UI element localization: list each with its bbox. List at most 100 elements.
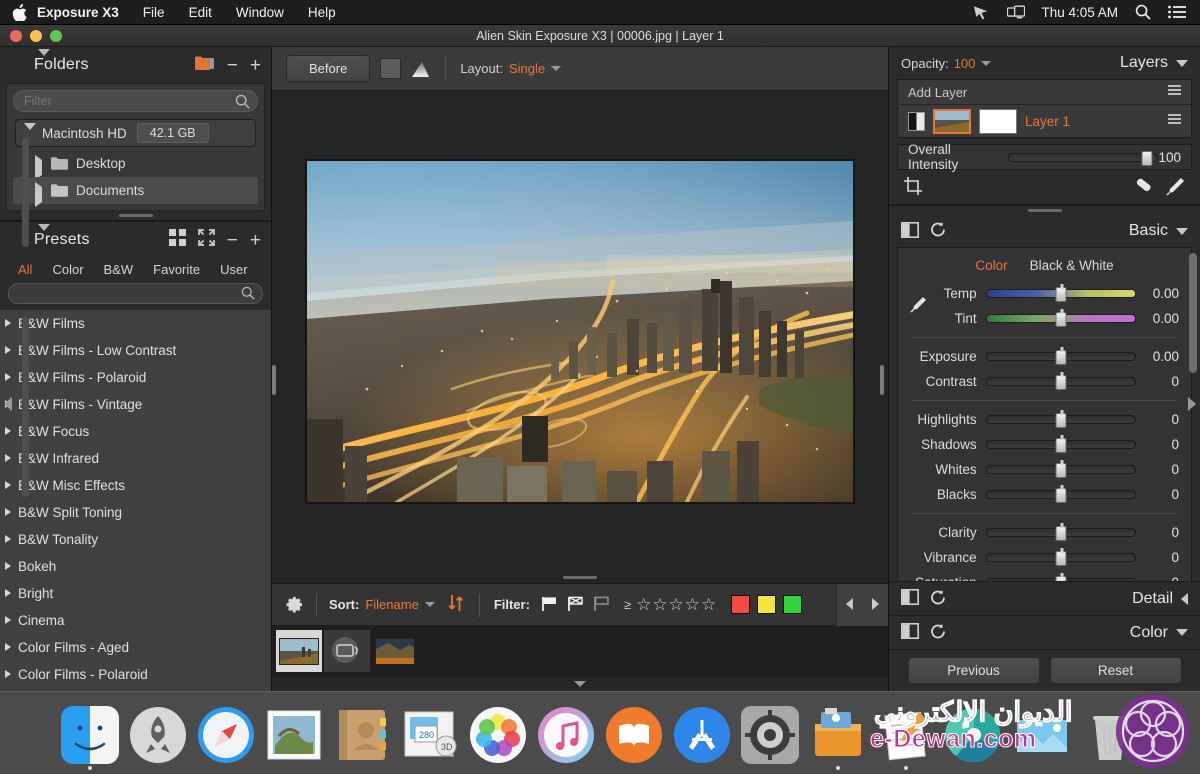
chevron-right-icon[interactable] xyxy=(35,182,42,207)
layer-row[interactable]: Layer 1 xyxy=(898,105,1191,137)
mode-tab-black-and-white[interactable]: Black & White xyxy=(1030,258,1114,273)
apple-logo-icon[interactable] xyxy=(12,3,27,22)
dock-item-ibooks[interactable] xyxy=(605,706,663,764)
list-item[interactable]: B&W Misc Effects xyxy=(0,472,271,499)
filmstrip-thumb[interactable] xyxy=(372,630,418,672)
preset-tab-color[interactable]: Color xyxy=(42,260,93,279)
dock-item-photo-booth[interactable]: 280 3D xyxy=(401,706,459,764)
reset-refresh-icon[interactable] xyxy=(929,589,947,609)
dock-item-safari[interactable] xyxy=(197,706,255,764)
presets-list[interactable]: B&W Films B&W Films - Low Contrast B&W F… xyxy=(0,310,271,691)
whites-slider[interactable] xyxy=(985,460,1136,478)
image-canvas[interactable] xyxy=(272,91,888,571)
overall-intensity-slider[interactable] xyxy=(1008,150,1159,166)
list-item[interactable]: B&W Tonality xyxy=(0,526,271,553)
list-item[interactable]: B&W Films - Vintage xyxy=(0,391,271,418)
dock-item-system-preferences[interactable] xyxy=(741,706,799,764)
brush-icon[interactable] xyxy=(1164,176,1186,199)
menu-item-edit[interactable]: Edit xyxy=(177,0,224,25)
display-mirror-icon[interactable] xyxy=(1007,4,1026,20)
chevron-down-icon[interactable] xyxy=(424,602,435,607)
right-panel-resize-grip[interactable] xyxy=(889,206,1200,215)
dock-item-trash[interactable] xyxy=(1081,706,1139,764)
layer-name[interactable]: Layer 1 xyxy=(1025,114,1070,129)
preset-tab-favorite[interactable]: Favorite xyxy=(143,260,210,279)
dock-item-downloads-stack[interactable] xyxy=(945,706,1003,764)
presets-scrollbar[interactable] xyxy=(22,317,29,497)
chevron-right-icon[interactable] xyxy=(870,597,880,614)
list-item[interactable]: B&W Films xyxy=(0,310,271,337)
folder-filter-input[interactable] xyxy=(13,90,258,112)
split-compare-icon[interactable] xyxy=(901,589,919,608)
left-splitter-handle[interactable] xyxy=(272,365,278,398)
preset-search-input[interactable] xyxy=(8,283,263,304)
search-icon[interactable] xyxy=(235,94,250,112)
menu-item-help[interactable]: Help xyxy=(296,0,348,25)
temp-slider[interactable] xyxy=(985,284,1136,302)
right-collapse-arrow-icon[interactable] xyxy=(1186,396,1198,415)
clarity-slider[interactable] xyxy=(985,523,1136,541)
flag-unflagged-icon[interactable] xyxy=(592,595,610,615)
left-collapse-arrow-icon[interactable] xyxy=(2,396,14,415)
preset-tab-bw[interactable]: B&W xyxy=(94,260,144,279)
dock-item-itunes[interactable] xyxy=(537,706,595,764)
list-item[interactable]: Cinema xyxy=(0,607,271,634)
filmstrip[interactable] xyxy=(272,625,888,677)
hamburger-menu-icon[interactable] xyxy=(1168,114,1181,128)
saturation-slider[interactable] xyxy=(985,573,1136,581)
layers-panel-header[interactable]: Opacity: 100 Layers xyxy=(889,47,1200,79)
color-swatch-green[interactable] xyxy=(783,595,803,614)
folders-resize-grip[interactable] xyxy=(0,211,271,220)
color-swatch-red[interactable] xyxy=(731,595,751,614)
remove-preset-button[interactable]: − xyxy=(227,231,238,250)
dock-item-contacts[interactable] xyxy=(333,706,391,764)
chevron-left-icon[interactable] xyxy=(1181,592,1188,605)
layer-thumbnail[interactable] xyxy=(933,108,971,134)
preset-tab-all[interactable]: All xyxy=(8,260,42,279)
dock-item-preview[interactable] xyxy=(1013,706,1071,764)
chevron-right-icon[interactable] xyxy=(35,155,42,180)
chevron-down-icon[interactable] xyxy=(1176,59,1188,67)
layer-mask-thumbnail[interactable] xyxy=(979,108,1017,134)
chevron-down-icon[interactable] xyxy=(1176,227,1188,235)
chevron-down-icon[interactable] xyxy=(38,224,50,249)
chevron-down-icon[interactable] xyxy=(981,60,992,66)
add-layer-button[interactable]: Add Layer xyxy=(898,80,1191,105)
flag-rejected-icon[interactable] xyxy=(566,595,584,615)
list-item[interactable]: B&W Films - Low Contrast xyxy=(0,337,271,364)
color-swatch-yellow[interactable] xyxy=(757,595,777,614)
before-button[interactable]: Before xyxy=(286,55,371,82)
folder-item-documents[interactable]: Documents xyxy=(13,177,258,207)
dock-item-notes[interactable] xyxy=(877,706,935,770)
menu-bar-clock[interactable]: Thu 4:05 AM xyxy=(1041,5,1118,20)
main-photo[interactable] xyxy=(305,158,855,504)
opacity-value[interactable]: 100 xyxy=(954,56,976,71)
list-item[interactable]: Color Films - Aged xyxy=(0,634,271,661)
grid-view-icon[interactable] xyxy=(168,229,186,251)
sort-value[interactable]: Filename xyxy=(365,597,418,612)
chevron-left-icon[interactable] xyxy=(845,597,855,614)
list-item[interactable]: B&W Films - Polaroid xyxy=(0,364,271,391)
folders-panel-header[interactable]: Folders − + xyxy=(0,47,271,83)
preset-tab-user[interactable]: User xyxy=(210,260,257,279)
chevron-down-icon[interactable] xyxy=(38,49,50,74)
split-compare-icon[interactable] xyxy=(901,623,919,642)
soft-proof-swatch-icon[interactable] xyxy=(380,58,402,79)
layer-visibility-icon[interactable] xyxy=(908,111,925,131)
contrast-slider[interactable] xyxy=(985,372,1136,390)
settings-gear-icon[interactable] xyxy=(282,594,304,616)
menu-item-file[interactable]: File xyxy=(131,0,177,25)
bottom-collapse-arrow[interactable] xyxy=(272,677,888,691)
volume-row-macintosh-hd[interactable]: Macintosh HD 42.1 GB xyxy=(15,119,256,147)
filmstrip-thumb[interactable] xyxy=(276,630,322,672)
new-folder-icon[interactable] xyxy=(194,55,215,76)
eraser-icon[interactable] xyxy=(1132,176,1154,199)
right-splitter-handle[interactable] xyxy=(880,365,886,398)
search-icon[interactable] xyxy=(241,286,255,303)
detail-section-header[interactable]: Detail xyxy=(889,581,1200,615)
shadows-slider[interactable] xyxy=(985,435,1136,453)
notification-center-icon[interactable] xyxy=(1168,4,1186,20)
reset-button[interactable]: Reset xyxy=(1049,657,1182,684)
dock-item-app-store[interactable] xyxy=(673,706,731,764)
basic-panel-scrollbar[interactable] xyxy=(1189,253,1197,373)
